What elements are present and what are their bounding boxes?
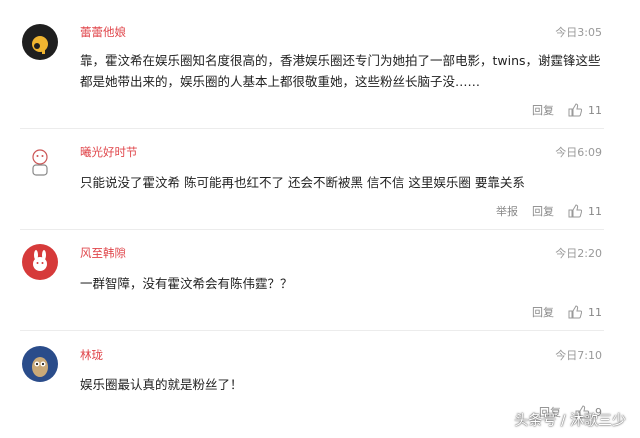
avatar-image: [22, 346, 58, 382]
like-count: 11: [588, 305, 602, 319]
comment-username[interactable]: 蕾蕾他娘: [80, 24, 126, 40]
comment-text: 娱乐圈最认真的就是粉丝了！: [80, 377, 243, 392]
reply-button[interactable]: 回复: [532, 304, 554, 320]
avatar-image: [22, 24, 58, 60]
avatar[interactable]: [22, 244, 58, 280]
report-button[interactable]: 举报: [496, 203, 518, 219]
like-button[interactable]: 11: [568, 103, 602, 117]
comment-time: 今日2:20: [555, 247, 602, 260]
avatar[interactable]: [22, 24, 58, 60]
divider: [20, 128, 604, 129]
comment-username[interactable]: 风至韩隙: [80, 245, 126, 261]
comment-actions: 举报 回复 11: [482, 203, 602, 219]
comment-username[interactable]: 曦光好时节: [80, 144, 138, 160]
comment-text: 只能说没了霍汶希 陈可能再也红不了 还会不断被黑 信不信 这里娱乐圈 要靠关系: [80, 175, 525, 190]
avatar-image: [22, 144, 58, 180]
thumbs-up-icon: [568, 204, 582, 218]
comment-actions: 回复 11: [518, 304, 602, 320]
like-count: 11: [588, 204, 602, 218]
avatar[interactable]: [22, 346, 58, 382]
divider: [20, 229, 604, 230]
thumbs-up-icon: [568, 103, 582, 117]
comment-time: 今日3:05: [555, 26, 602, 39]
comment-text: 靠，霍汶希在娱乐圈知名度很高的，香港娱乐圈还专门为她拍了一部电影，twins，谢…: [80, 53, 601, 89]
thumbs-up-icon: [568, 305, 582, 319]
like-button[interactable]: 11: [568, 305, 602, 319]
comment-username[interactable]: 林珑: [80, 347, 103, 363]
like-button[interactable]: 11: [568, 204, 602, 218]
comment-time: 今日6:09: [555, 146, 602, 159]
divider: [20, 330, 604, 331]
comment-time: 今日7:10: [555, 349, 602, 362]
comment-text: 一群智障，没有霍汶希会有陈伟霆？？: [80, 276, 293, 291]
comment-actions: 回复 11: [518, 102, 602, 118]
watermark: 头条号 / 沐歌三少: [514, 413, 626, 429]
like-count: 11: [588, 103, 602, 117]
avatar-image: [22, 244, 58, 280]
reply-button[interactable]: 回复: [532, 203, 554, 219]
avatar[interactable]: [22, 144, 58, 180]
reply-button[interactable]: 回复: [532, 102, 554, 118]
